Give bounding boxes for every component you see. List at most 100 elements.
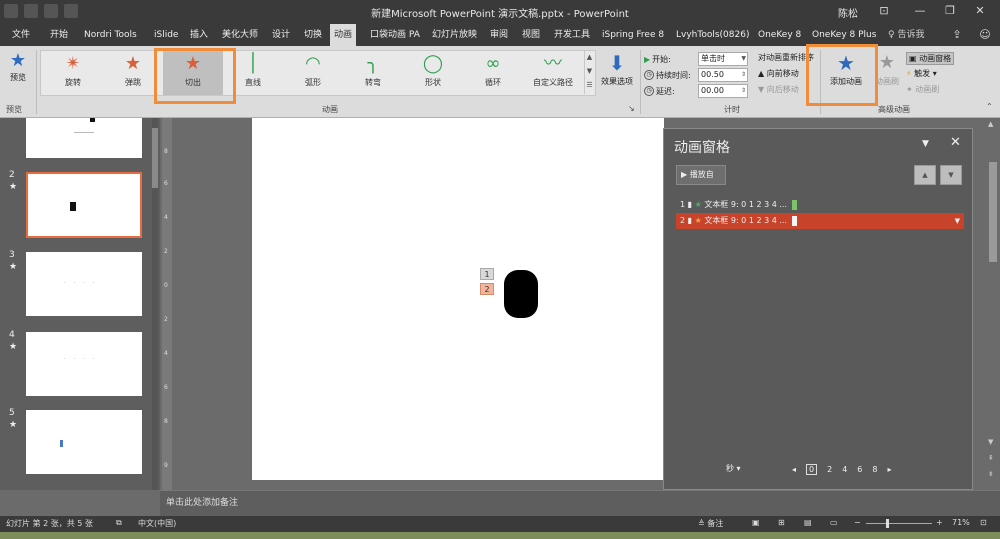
tab-pocket-animation[interactable]: 口袋动画 PA	[366, 24, 424, 46]
animation-item-2[interactable]: 2 ▮ ★ 文本框 9: 0 1 2 3 4 ... ▼	[676, 213, 964, 229]
zoom-out-icon[interactable]: −	[854, 518, 861, 527]
trigger-button[interactable]: ⚡ 触发 ▾	[906, 68, 937, 79]
move-up-button[interactable]: ▲	[914, 165, 936, 185]
tab-file[interactable]: 文件	[8, 24, 34, 46]
shape: ····	[64, 356, 103, 362]
slide-thumbnail-1[interactable]	[26, 118, 142, 158]
tab-ispring[interactable]: iSpring Free 8	[598, 24, 668, 46]
taskbar	[0, 532, 1000, 539]
close-icon[interactable]: ✕	[970, 2, 990, 20]
scroll-up-icon[interactable]: ▲	[988, 120, 993, 128]
group-label-timing: 计时	[724, 105, 740, 114]
tab-islide[interactable]: iSlide	[150, 24, 182, 46]
tab-nordri-tools[interactable]: Nordri Tools	[80, 24, 141, 46]
exit-star-icon: ★	[694, 216, 702, 225]
notes-toggle-button[interactable]: ≜ 备注	[698, 518, 723, 529]
move-later-button[interactable]: ▼ 向后移动	[758, 84, 799, 95]
slide-sorter-icon[interactable]: ⊞	[778, 518, 785, 527]
effect-options-button[interactable]: ⬇ 效果选项	[598, 50, 636, 87]
slide-thumbnail-3[interactable]: ····	[26, 252, 142, 316]
tab-home[interactable]: 开始	[46, 24, 72, 46]
previous-slide-icon[interactable]: ⇞	[988, 454, 994, 462]
slide-thumbnail-4[interactable]: ····	[26, 332, 142, 396]
slide-editor[interactable]: 1 2	[252, 118, 664, 480]
reading-view-icon[interactable]: ▤	[804, 518, 812, 527]
tab-developer[interactable]: 开发工具	[550, 24, 594, 46]
duration-input[interactable]: 00.50 ⇕	[698, 68, 748, 82]
tab-onekey8[interactable]: OneKey 8	[754, 24, 805, 46]
collapse-ribbon-icon[interactable]: ⌃	[986, 102, 993, 111]
scroll-thumb[interactable]	[989, 162, 997, 262]
tell-me-search[interactable]: ♀ 告诉我	[888, 24, 924, 46]
slideshow-view-icon[interactable]: ▭	[830, 518, 838, 527]
tab-slideshow[interactable]: 幻灯片放映	[428, 24, 481, 46]
proofing-icon[interactable]: ⧉	[116, 518, 122, 528]
timeline-left-icon[interactable]: ◂	[792, 465, 796, 474]
item-dropdown-icon[interactable]: ▼	[955, 213, 960, 229]
animation-tag-1[interactable]: 1	[480, 268, 494, 280]
timeline-ruler[interactable]: ◂ 0 2 4 6 8 ▸	[792, 463, 962, 475]
highlight-fly-out	[154, 48, 236, 104]
editor-scrollbar[interactable]: ▲ ▼ ⇞ ⇟	[986, 118, 1000, 490]
maximize-icon[interactable]: ❐	[940, 2, 960, 20]
normal-view-icon[interactable]: ▣	[752, 518, 760, 527]
move-down-button[interactable]: ▼	[940, 165, 962, 185]
tab-beautify-master[interactable]: 美化大师	[218, 24, 262, 46]
zoom-in-icon[interactable]: +	[936, 518, 943, 527]
timeline-right-icon[interactable]: ▸	[887, 465, 891, 474]
dialog-launcher-icon[interactable]: ↘	[628, 104, 635, 113]
animation-shape-path[interactable]: ◯ 形状	[403, 51, 463, 95]
animation-loop-path[interactable]: ∞ 循环	[463, 51, 523, 95]
start-select[interactable]: 单击时 ▼	[698, 52, 748, 66]
animation-painter-button[interactable]: ✦ 动画刷	[906, 84, 939, 95]
title-bar: 新建Microsoft PowerPoint 演示文稿.pptx - Power…	[0, 0, 1000, 24]
slide-thumbnail-2[interactable]	[26, 172, 142, 238]
loop-path-icon: ∞	[485, 53, 501, 74]
pane-menu-icon[interactable]: ▼	[922, 139, 929, 149]
animation-custom-path[interactable]: 〰 自定义路径	[523, 51, 583, 95]
fit-to-window-icon[interactable]: ⊡	[980, 518, 987, 527]
next-slide-icon[interactable]: ⇟	[988, 470, 994, 478]
tab-view[interactable]: 视图	[518, 24, 544, 46]
seconds-dropdown[interactable]: 秒 ▾	[726, 463, 741, 474]
animation-arc-path[interactable]: ◠ 弧形	[283, 51, 343, 95]
animation-pane-button[interactable]: ▣ 动画窗格	[906, 52, 955, 65]
animation-item-1[interactable]: 1 ▮ ★ 文本框 9: 0 1 2 3 4 ...	[676, 197, 964, 213]
share-icon[interactable]: ⇪	[950, 28, 964, 42]
slide-thumbnail-5[interactable]	[26, 410, 142, 474]
user-name[interactable]: 陈松	[838, 5, 858, 20]
preview-button[interactable]: ★ 预览	[4, 50, 32, 83]
zoom-slider-thumb[interactable]	[886, 519, 889, 528]
tab-transitions[interactable]: 切换	[300, 24, 326, 46]
slide-number: 5	[9, 408, 15, 418]
minimize-icon[interactable]: —	[910, 2, 930, 20]
dropdown-icon: ▼	[741, 55, 746, 62]
language[interactable]: 中文(中国)	[138, 518, 176, 529]
timing-bar	[791, 199, 797, 210]
play-from-button[interactable]: ▶ 播放自	[676, 165, 726, 185]
zoom-level[interactable]: 71%	[952, 518, 970, 527]
tab-review[interactable]: 审阅	[486, 24, 512, 46]
move-earlier-button[interactable]: ▲ 向前移动	[758, 68, 799, 79]
ribbon-display-icon[interactable]: ⊡	[874, 2, 894, 20]
scroll-thumb[interactable]	[152, 128, 158, 188]
animation-spin[interactable]: ✴ 旋转	[43, 51, 103, 95]
tab-design[interactable]: 设计	[268, 24, 294, 46]
pane-close-icon[interactable]: ✕	[950, 135, 961, 150]
scribble-shape[interactable]	[504, 270, 538, 318]
tab-animations[interactable]: 动画	[330, 24, 357, 46]
tab-insert[interactable]: 插入	[186, 24, 212, 46]
zoom-slider[interactable]	[866, 523, 932, 524]
gallery-scroll[interactable]: ▲ ▼ ☰	[584, 50, 594, 94]
notes-placeholder[interactable]: 单击此处添加备注	[160, 490, 1000, 516]
tab-onekey8-plus[interactable]: OneKey 8 Plus	[808, 24, 880, 46]
animation-tag-2[interactable]: 2	[480, 283, 494, 295]
divider	[36, 50, 37, 114]
animation-turn-path[interactable]: ╮ 转弯	[343, 51, 403, 95]
thumbnail-scrollbar[interactable]	[152, 118, 158, 490]
tab-lvyhtools[interactable]: LvyhTools(0826)	[672, 24, 753, 46]
slide-number: 3	[9, 250, 15, 260]
scroll-down-icon[interactable]: ▼	[988, 438, 993, 446]
comments-icon[interactable]: ☺	[978, 28, 992, 42]
delay-input[interactable]: 00.00 ⇕	[698, 84, 748, 98]
